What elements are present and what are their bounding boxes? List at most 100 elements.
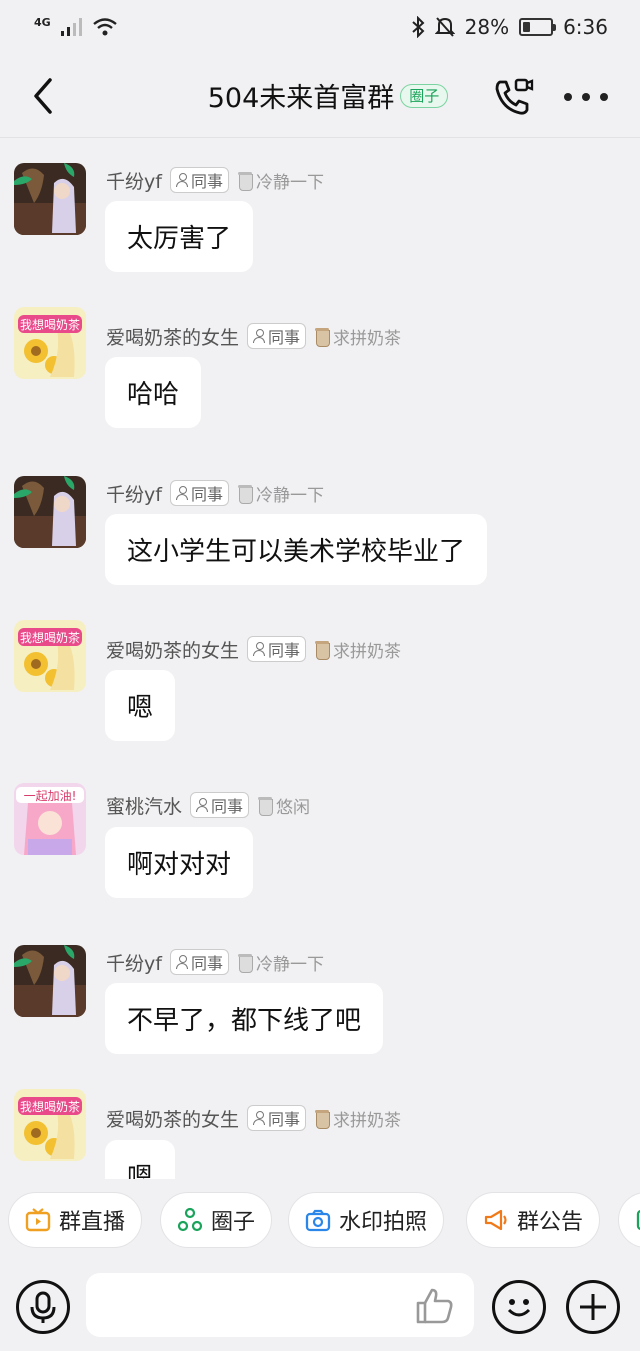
- circle-tag-badge[interactable]: 圈子: [400, 83, 449, 108]
- group-notice-button[interactable]: 群公告: [466, 1192, 601, 1248]
- camera-icon: [305, 1209, 331, 1232]
- user-status-label: 求拼奶茶: [333, 328, 402, 349]
- sender-name[interactable]: 爱喝奶茶的女生: [106, 323, 239, 350]
- role-label: 同事: [190, 172, 223, 191]
- sender-name[interactable]: 千纷yf: [106, 167, 162, 194]
- status-right: 28% 6:36: [411, 15, 608, 39]
- role-label: 同事: [211, 797, 244, 816]
- avatar[interactable]: [14, 476, 86, 548]
- person-icon: [253, 642, 266, 656]
- role-label: 同事: [268, 328, 301, 347]
- person-icon: [196, 798, 209, 812]
- green-app-icon: [636, 1209, 640, 1231]
- sender-name[interactable]: 千纷yf: [106, 480, 162, 507]
- circle-group-icon: [177, 1207, 203, 1232]
- user-status: 求拼奶茶: [314, 324, 401, 349]
- message-bubble[interactable]: 哈哈: [105, 357, 202, 428]
- avatar-text: 我想喝奶茶: [20, 630, 80, 645]
- sender-name[interactable]: 千纷yf: [106, 949, 162, 976]
- drink-cup-icon: [257, 795, 274, 816]
- message-bubble[interactable]: 嗯: [105, 670, 176, 741]
- role-label: 同事: [190, 485, 223, 504]
- message-bubble[interactable]: 嗯: [105, 1140, 176, 1179]
- voice-button[interactable]: [16, 1280, 70, 1334]
- video-call-icon[interactable]: [492, 76, 534, 118]
- user-status-label: 冷静一下: [255, 172, 324, 193]
- sender-name[interactable]: 蜜桃汽水: [106, 792, 182, 819]
- more-options-button[interactable]: [564, 82, 608, 112]
- battery-percent: 28%: [464, 15, 510, 39]
- mute-bell-icon: [434, 17, 455, 37]
- emoji-button[interactable]: [492, 1280, 546, 1334]
- milk-tea-icon: [314, 1108, 331, 1129]
- role-badge: 同事: [169, 480, 229, 506]
- add-more-button[interactable]: [566, 1280, 620, 1334]
- user-status-label: 求拼奶茶: [333, 1110, 402, 1131]
- live-tv-icon: [25, 1208, 51, 1232]
- message-meta: 千纷yf 同事 冷静一下: [106, 166, 324, 194]
- message-bubble[interactable]: 不早了，都下线了吧: [105, 983, 384, 1054]
- sender-name[interactable]: 爱喝奶茶的女生: [106, 636, 239, 663]
- role-badge: 同事: [247, 1105, 307, 1131]
- watermark-camera-label: 水印拍照: [339, 1210, 428, 1235]
- message-meta: 千纷yf 同事 冷静一下: [106, 948, 324, 976]
- message-meta: 千纷yf 同事 冷静一下: [106, 479, 324, 507]
- avatar[interactable]: 我想喝奶茶: [14, 307, 86, 379]
- message-meta: 爱喝奶茶的女生 同事 求拼奶茶: [106, 635, 401, 663]
- quick-action-bar[interactable]: 群直播 圈子 水印拍照 群公告: [0, 1190, 640, 1252]
- person-icon: [253, 1111, 266, 1125]
- message-bubble[interactable]: 太厉害了: [105, 201, 254, 272]
- role-badge: 同事: [169, 167, 229, 193]
- avatar[interactable]: [14, 163, 86, 235]
- avatar[interactable]: 我想喝奶茶: [14, 620, 86, 692]
- user-status-label: 冷静一下: [255, 485, 324, 506]
- page-title[interactable]: 504未来首富群 圈子: [208, 76, 449, 115]
- user-status-label: 悠闲: [276, 797, 311, 818]
- message-meta: 蜜桃汽水 同事 悠闲: [106, 791, 310, 819]
- user-status: 冷静一下: [237, 481, 324, 506]
- user-status-label: 冷静一下: [255, 954, 324, 975]
- status-left: 4G: [34, 16, 118, 37]
- role-label: 同事: [190, 954, 223, 973]
- user-status-label: 求拼奶茶: [333, 641, 402, 662]
- avatar[interactable]: 我想喝奶茶: [14, 1089, 86, 1161]
- role-label: 同事: [268, 641, 301, 660]
- role-label: 同事: [268, 1110, 301, 1129]
- input-bar: [0, 1262, 640, 1351]
- drink-cup-icon: [237, 483, 253, 504]
- message-list[interactable]: 千纷yf 同事 冷静一下 太厉害了 我想喝奶茶 爱喝奶茶的女生 同事 求拼奶茶 …: [0, 139, 640, 1179]
- group-notice-label: 群公告: [517, 1210, 584, 1235]
- battery-fill: [523, 22, 531, 32]
- person-icon: [175, 486, 188, 500]
- avatar-text: 我想喝奶茶: [20, 1099, 80, 1114]
- role-badge: 同事: [169, 949, 229, 975]
- user-status: 悠闲: [257, 793, 310, 818]
- user-status: 求拼奶茶: [314, 637, 401, 662]
- user-status: 冷静一下: [237, 950, 324, 975]
- role-badge: 同事: [190, 792, 250, 818]
- circle-label: 圈子: [211, 1210, 256, 1235]
- clock: 6:36: [563, 15, 608, 39]
- person-icon: [253, 329, 266, 343]
- more-quick-action-button[interactable]: [618, 1192, 640, 1248]
- message-bubble[interactable]: 这小学生可以美术学校毕业了: [105, 514, 488, 585]
- role-badge: 同事: [247, 636, 307, 662]
- person-icon: [175, 173, 188, 187]
- drink-cup-icon: [237, 170, 253, 191]
- microphone-icon: [30, 1291, 56, 1323]
- message-bubble[interactable]: 啊对对对: [105, 827, 254, 898]
- live-stream-button[interactable]: 群直播: [8, 1192, 143, 1248]
- back-icon[interactable]: [24, 74, 64, 118]
- sender-name[interactable]: 爱喝奶茶的女生: [106, 1105, 239, 1132]
- milk-tea-icon: [314, 639, 331, 660]
- megaphone-icon: [484, 1209, 507, 1231]
- avatar[interactable]: 一起加油!: [14, 783, 86, 855]
- thumbs-up-icon[interactable]: [414, 1286, 456, 1326]
- circle-button[interactable]: 圈子: [160, 1192, 273, 1248]
- user-status: 求拼奶茶: [314, 1106, 401, 1131]
- user-status: 冷静一下: [237, 168, 324, 193]
- plus-icon: [580, 1294, 606, 1320]
- watermark-camera-button[interactable]: 水印拍照: [288, 1192, 445, 1248]
- role-badge: 同事: [247, 323, 307, 349]
- avatar[interactable]: [14, 945, 86, 1017]
